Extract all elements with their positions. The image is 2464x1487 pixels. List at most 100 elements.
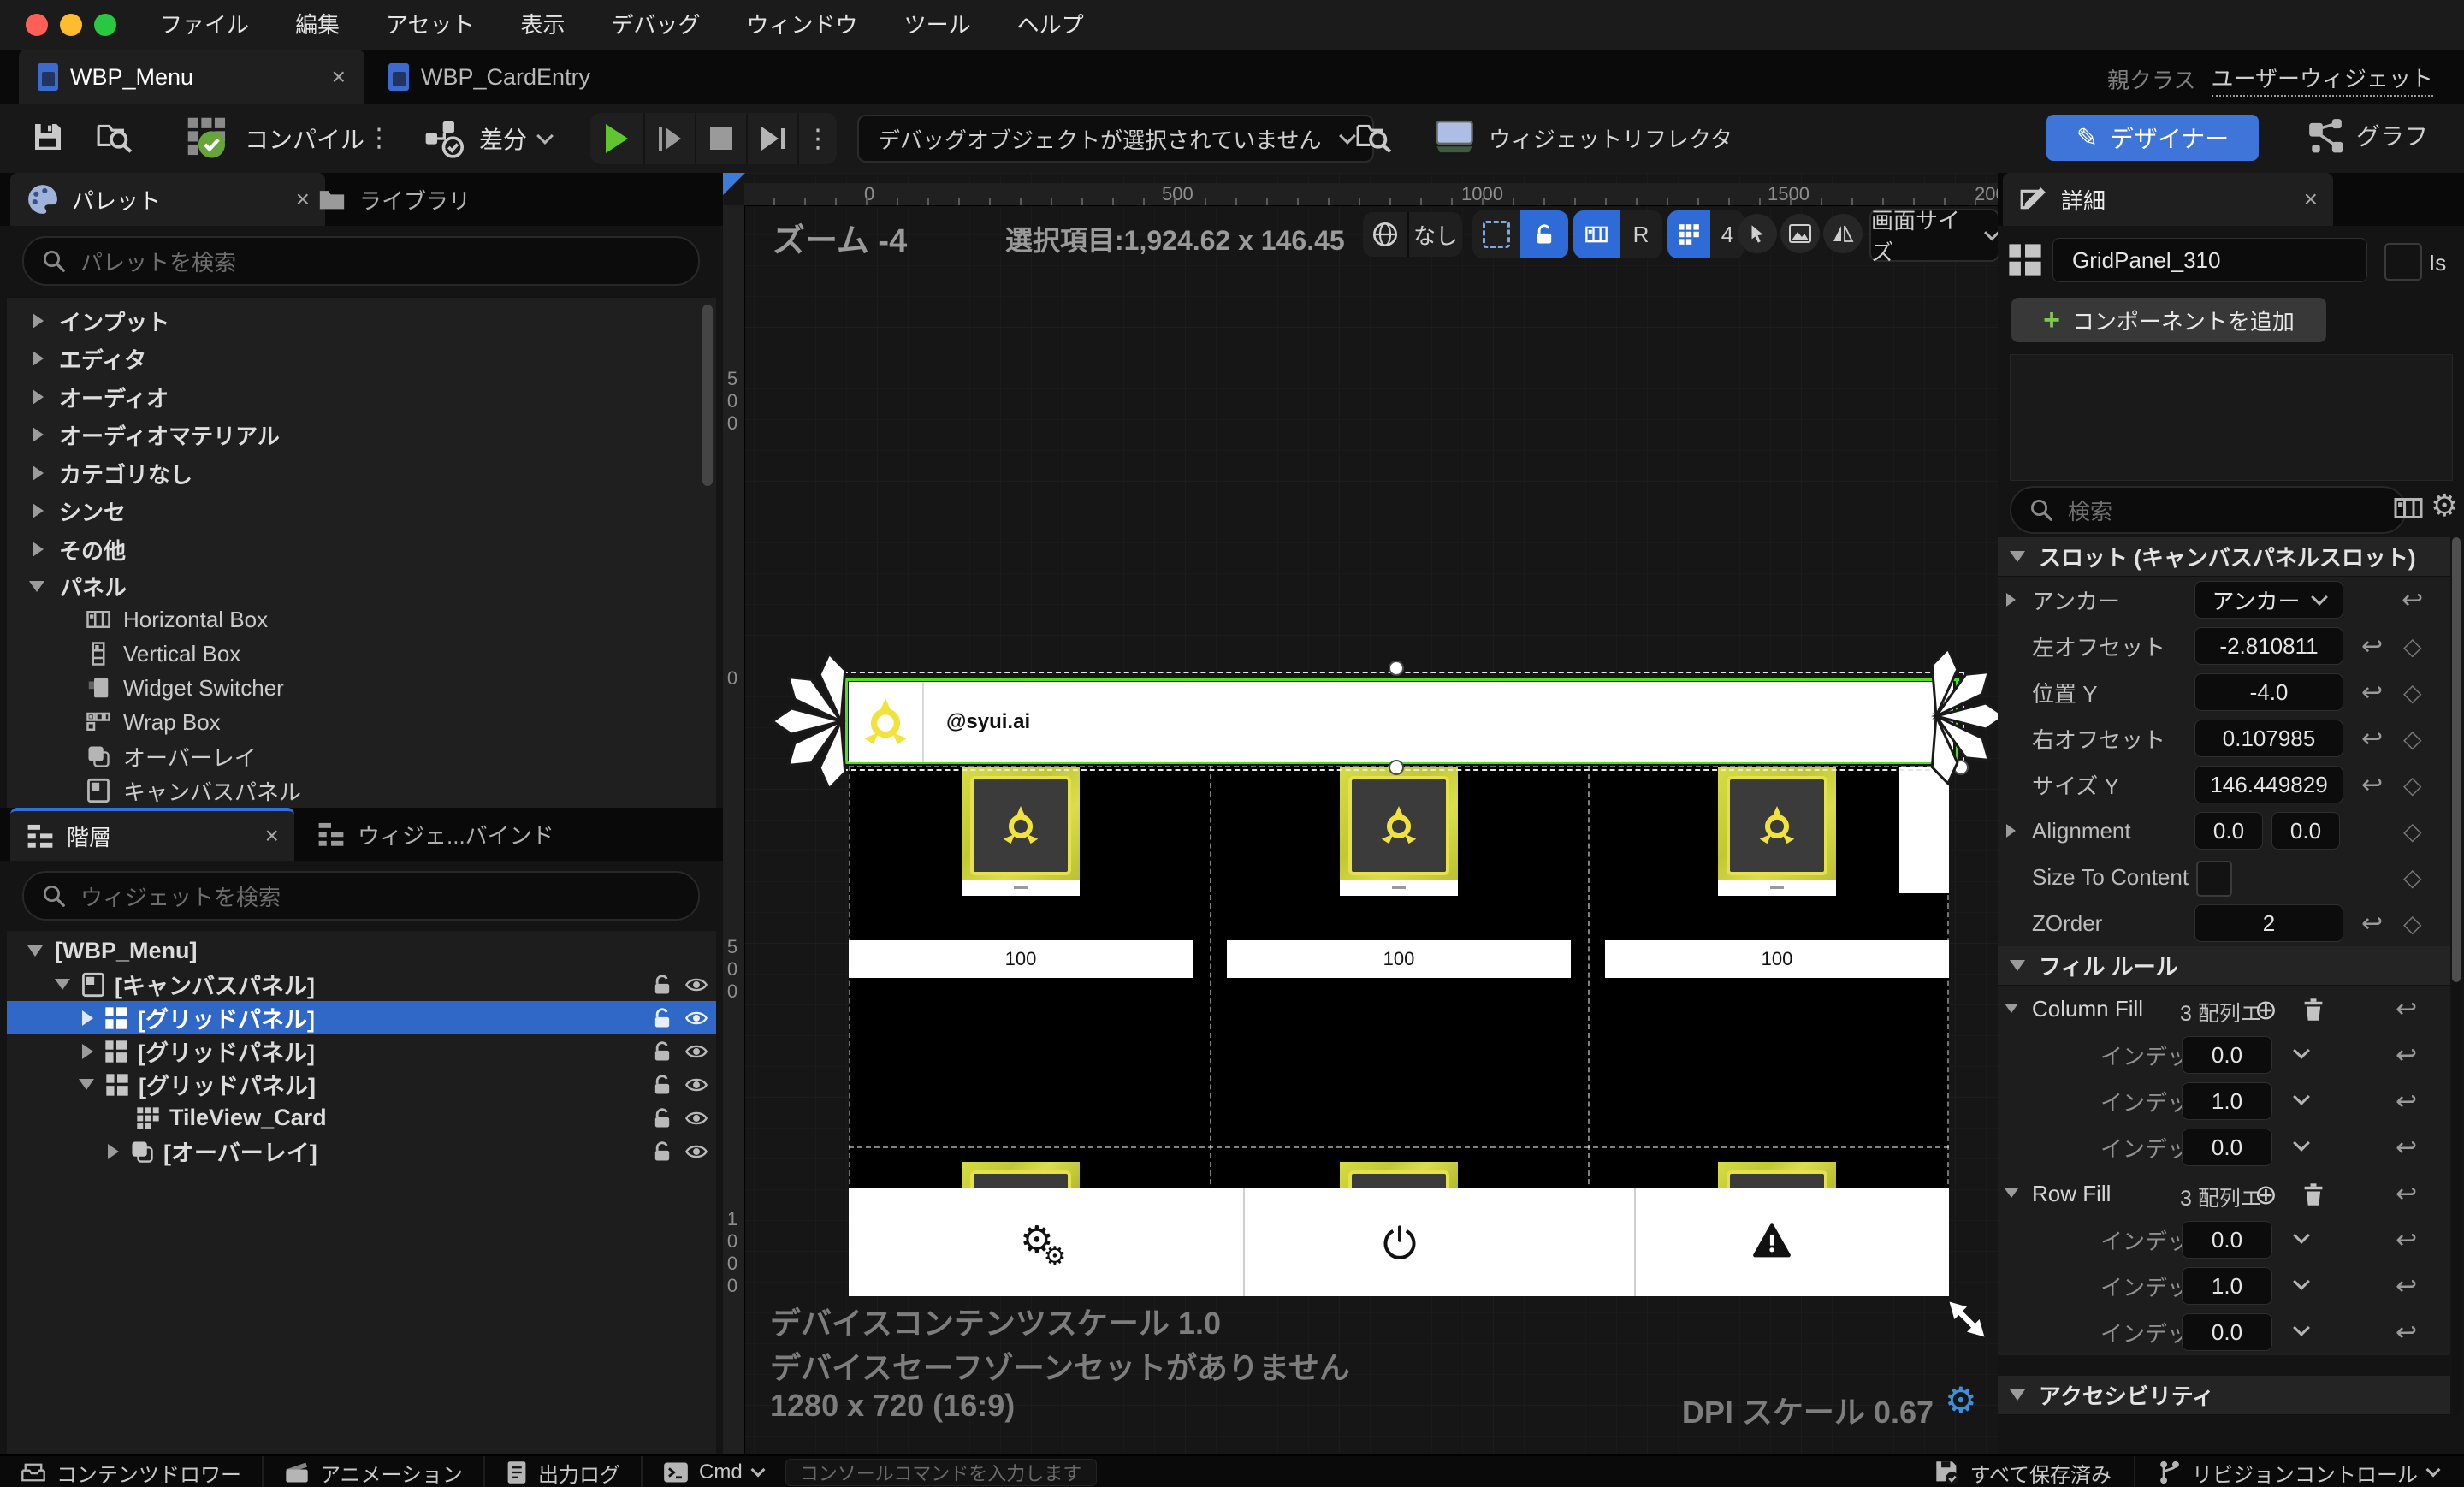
frame-skip-button[interactable] <box>643 113 695 164</box>
index-value-field[interactable]: 0.0 <box>2182 1313 2272 1351</box>
minimize-window-button[interactable] <box>60 14 82 36</box>
dpi-settings-gear-icon[interactable]: ⚙ <box>1945 1379 1977 1421</box>
cmd-dropdown[interactable]: Cmd <box>643 1456 766 1487</box>
menu-tools[interactable]: ツール <box>881 0 994 50</box>
bind-diamond-icon[interactable]: ◇ <box>2403 761 2422 808</box>
index-value-field[interactable]: 1.0 <box>2182 1082 2272 1120</box>
power-icon[interactable] <box>1381 1223 1419 1261</box>
expand-icon[interactable] <box>33 427 44 442</box>
palette-item-horizontal-box[interactable]: Horizontal Box <box>7 603 716 636</box>
reset-icon[interactable]: ↩ <box>2396 1263 2417 1309</box>
play-options-icon[interactable]: ⋮ <box>797 113 837 164</box>
chevron-down-icon[interactable] <box>2293 1319 2310 1336</box>
screen-size-dropdown[interactable]: 画面サイズ <box>1869 208 1998 265</box>
compile-button[interactable]: コンパイル <box>187 116 364 161</box>
parent-class-link[interactable]: ユーザーウィジェット <box>2211 62 2433 97</box>
palette-item-vertical-box[interactable]: Vertical Box <box>7 637 716 670</box>
reset-icon[interactable]: ↩ <box>2396 1170 2417 1217</box>
lock-icon[interactable] <box>650 1140 674 1164</box>
reset-icon[interactable]: ↩ <box>2396 1309 2417 1355</box>
lock-icon[interactable] <box>650 1073 674 1097</box>
collapse-icon[interactable] <box>55 979 70 990</box>
trash-icon[interactable] <box>2302 997 2325 1022</box>
bind-diamond-icon[interactable]: ◇ <box>2403 808 2422 854</box>
eye-icon[interactable] <box>684 973 708 997</box>
tab-library[interactable]: ライブラリ <box>301 173 589 226</box>
chevron-down-icon[interactable] <box>2293 1042 2310 1059</box>
widget-reflector-button[interactable]: ウィジェットリフレクタ <box>1434 118 1732 157</box>
right-offset-field[interactable]: 0.107985 <box>2194 720 2343 757</box>
palette-search-input[interactable]: パレットを検索 <box>22 236 700 286</box>
card-widget[interactable] <box>1718 767 1836 896</box>
graph-tab-button[interactable]: グラフ <box>2307 116 2428 154</box>
close-icon[interactable]: × <box>265 822 279 850</box>
alignment-y-field[interactable]: 0.0 <box>2272 812 2340 850</box>
palette-item-canvas-panel[interactable]: キャンバスパネル <box>7 774 716 807</box>
lock-icon[interactable] <box>650 1106 674 1130</box>
card-widget[interactable] <box>1340 767 1458 896</box>
card-widget[interactable] <box>962 767 1080 896</box>
reset-icon[interactable]: ↩ <box>2396 1217 2417 1263</box>
bind-diamond-icon[interactable]: ◇ <box>2403 715 2422 761</box>
card-count-bar[interactable]: 100 <box>849 940 1193 978</box>
menu-file[interactable]: ファイル <box>137 0 272 50</box>
preview-background-button[interactable] <box>1780 214 1820 253</box>
reset-icon[interactable]: ↩ <box>2361 669 2383 715</box>
tree-row-canvas-panel[interactable]: [キャンバスパネル] <box>7 968 716 1001</box>
tab-wbp-menu[interactable]: WBP_Menu × <box>19 50 364 104</box>
eye-icon[interactable] <box>684 1006 708 1030</box>
collapse-icon[interactable] <box>27 945 43 957</box>
details-search-input[interactable]: 検索 <box>2010 486 2407 534</box>
save-icon[interactable] <box>31 120 65 154</box>
eject-button[interactable] <box>746 113 797 164</box>
expand-icon[interactable] <box>108 1143 119 1159</box>
menu-debug[interactable]: デバッグ <box>589 0 724 50</box>
eye-icon[interactable] <box>684 1040 708 1063</box>
details-settings-gear-icon[interactable]: ⚙ <box>2431 488 2458 524</box>
close-icon[interactable]: × <box>2304 186 2318 213</box>
revision-control-button[interactable]: リビジョンコントロール <box>2158 1456 2464 1487</box>
show-outlines-button[interactable] <box>1573 210 1620 258</box>
designer-tab-button[interactable]: ✎ デザイナー <box>2046 115 2259 161</box>
content-drawer-button[interactable]: コンテンツドロワー <box>0 1456 241 1487</box>
palette-scrollbar[interactable] <box>702 305 713 486</box>
browse-to-asset-icon[interactable] <box>96 120 133 154</box>
collapse-icon[interactable] <box>29 580 44 592</box>
expand-icon[interactable] <box>33 389 44 405</box>
chevron-down-icon[interactable] <box>2293 1273 2310 1290</box>
tree-row-grid-panel-3[interactable]: [グリッドパネル] <box>7 1068 716 1101</box>
index-value-field[interactable]: 0.0 <box>2182 1221 2272 1259</box>
details-scrollbar[interactable] <box>2452 537 2461 982</box>
account-header-widget[interactable]: @syui.ai <box>849 682 1953 762</box>
tab-hierarchy[interactable]: 階層 × <box>10 808 294 861</box>
animation-button[interactable]: アニメーション <box>264 1456 463 1487</box>
hierarchy-search-input[interactable]: ウィジェットを検索 <box>22 871 700 921</box>
eye-icon[interactable] <box>684 1106 708 1130</box>
output-log-button[interactable]: 出力ログ <box>485 1456 620 1487</box>
is-variable-checkbox[interactable] <box>2384 243 2422 281</box>
warning-icon[interactable] <box>1752 1222 1792 1261</box>
flip-preview-button[interactable] <box>1823 214 1863 253</box>
palette-category-uncategorized[interactable]: カテゴリなし <box>7 455 716 491</box>
tree-row-wbp-menu[interactable]: [WBP_Menu] <box>7 934 716 968</box>
reset-icon[interactable]: ↩ <box>2361 761 2383 808</box>
tree-row-grid-panel-2[interactable]: [グリッドパネル] <box>7 1034 716 1068</box>
bind-diamond-icon[interactable]: ◇ <box>2403 854 2422 900</box>
chevron-down-icon[interactable] <box>2293 1135 2310 1152</box>
palette-category-editor[interactable]: エディタ <box>7 341 716 376</box>
expand-icon[interactable] <box>33 465 44 481</box>
index-value-field[interactable]: 0.0 <box>2182 1129 2272 1166</box>
tab-widget-bind[interactable]: ウィジェ...バインド <box>301 808 623 861</box>
palette-item-overlay[interactable]: オーバーレイ <box>7 740 716 773</box>
browse-debug-object-icon[interactable] <box>1355 120 1393 154</box>
reset-icon[interactable]: ↩ <box>2402 577 2423 623</box>
reset-icon[interactable]: ↩ <box>2396 1124 2417 1170</box>
resize-handle-bottom[interactable] <box>1389 760 1404 775</box>
section-fill-rules[interactable]: フィル ルール <box>1998 946 2450 986</box>
close-window-button[interactable] <box>26 14 48 36</box>
palette-category-other[interactable]: その他 <box>7 531 716 567</box>
palette-item-wrap-box[interactable]: Wrap Box <box>7 706 716 738</box>
compile-options-icon[interactable]: ⋮ <box>366 123 392 153</box>
tab-details[interactable]: 詳細 × <box>2003 173 2333 226</box>
section-accessibility[interactable]: アクセシビリティ <box>1998 1376 2450 1415</box>
